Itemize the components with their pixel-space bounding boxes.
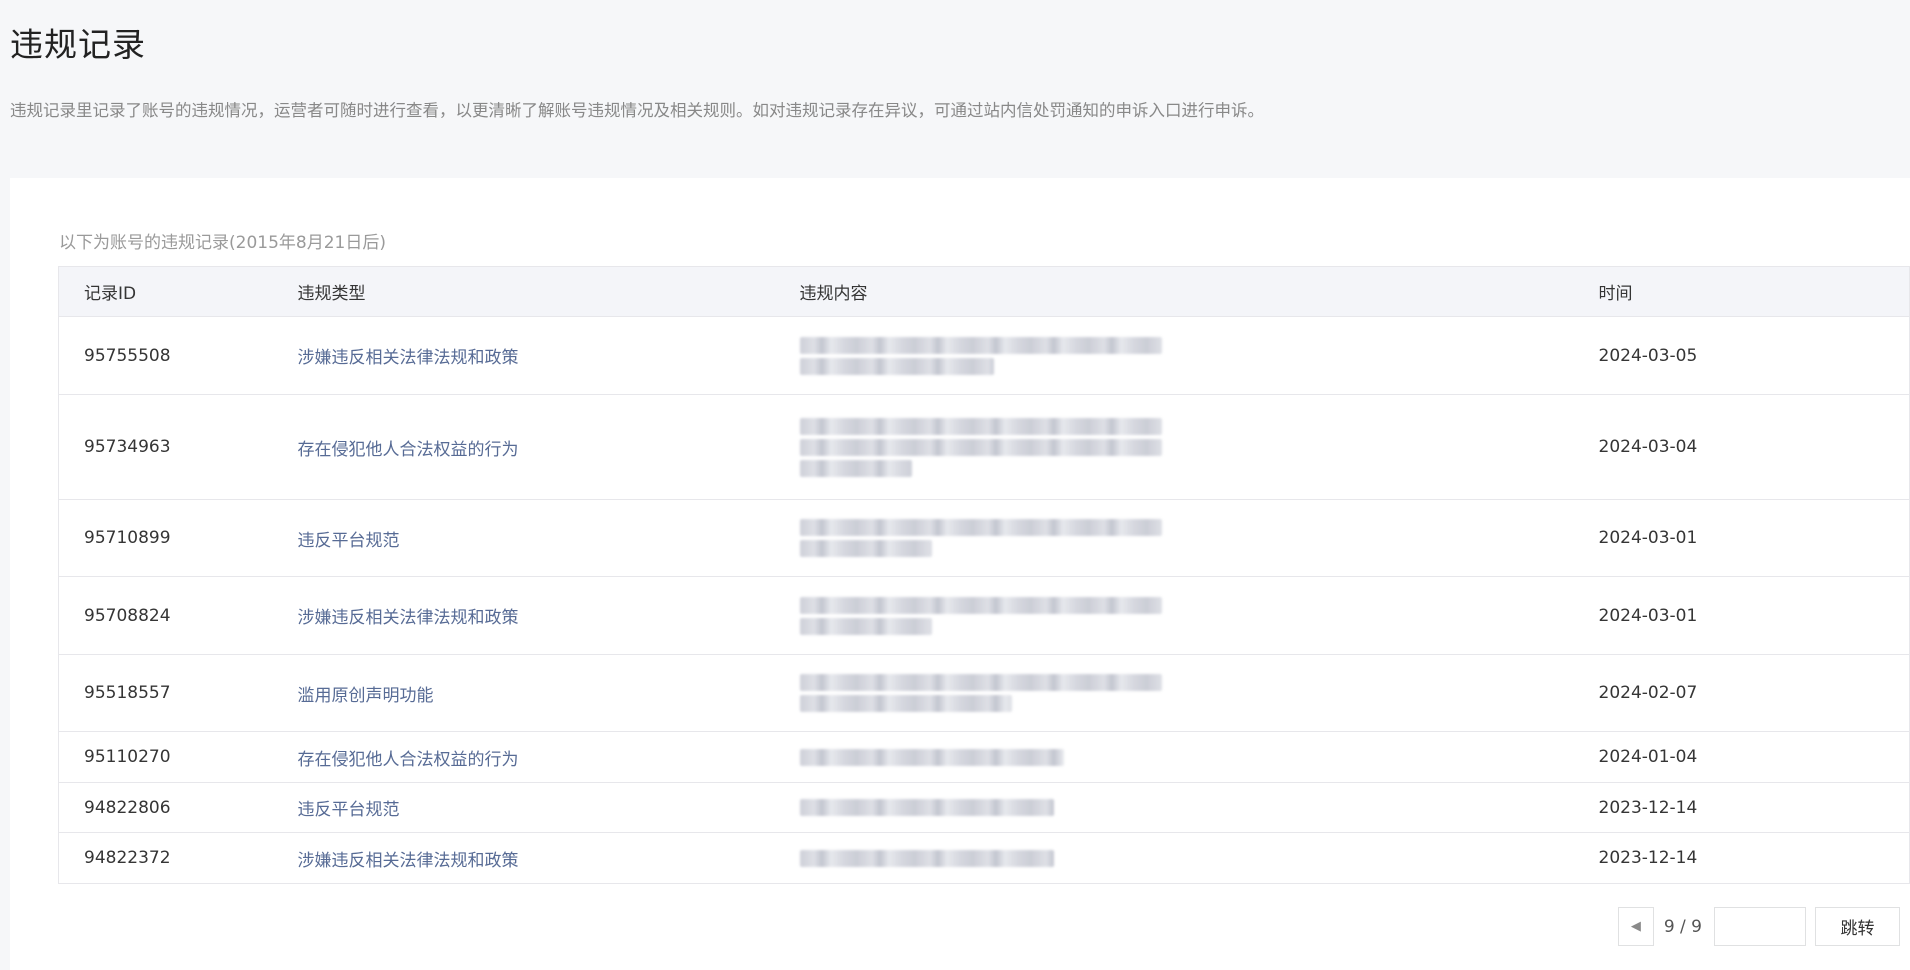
violation-type: 违反平台规范 [297, 499, 800, 577]
record-time: 2023-12-14 [1598, 832, 1910, 884]
column-header-id: 记录ID [58, 266, 298, 317]
table-row: 95708824 涉嫌违反相关法律法规和政策 2024-03-01 [58, 576, 1910, 655]
column-header-content: 违规内容 [799, 266, 1599, 317]
violation-type: 涉嫌违反相关法律法规和政策 [297, 576, 800, 655]
table-row: 95734963 存在侵犯他人合法权益的行为 2024-03-04 [58, 394, 1910, 500]
record-time: 2024-03-01 [1598, 576, 1910, 655]
records-subtitle: 以下为账号的违规记录(2015年8月21日后) [59, 233, 386, 253]
table-row: 94822806 违反平台规范 2023-12-14 [58, 782, 1910, 833]
record-id: 94822372 [58, 832, 298, 884]
jump-button[interactable]: 跳转 [1815, 907, 1900, 946]
records-card: 以下为账号的违规记录(2015年8月21日后) 记录ID 违规类型 违规内容 时… [10, 178, 1910, 970]
prev-page-button[interactable]: ◀ [1617, 907, 1654, 946]
record-time: 2023-12-14 [1598, 782, 1910, 833]
caret-left-icon: ◀ [1630, 919, 1641, 934]
record-id: 94822806 [58, 782, 298, 833]
violation-records-table: 记录ID 违规类型 违规内容 时间 95755508 涉嫌违反相关法律法规和政策… [58, 266, 1910, 884]
table-row: 94822372 涉嫌违反相关法律法规和政策 2023-12-14 [58, 832, 1910, 884]
page-title: 违规记录 [10, 25, 146, 64]
violation-type: 涉嫌违反相关法律法规和政策 [297, 316, 800, 395]
record-time: 2024-03-01 [1598, 499, 1910, 577]
violation-type: 违反平台规范 [297, 782, 800, 833]
table-row: 95518557 滥用原创声明功能 2024-02-07 [58, 654, 1910, 732]
violation-content-redacted [799, 654, 1599, 732]
record-id: 95518557 [58, 654, 298, 732]
violation-content-redacted [799, 832, 1599, 884]
page-jump-input[interactable] [1714, 907, 1806, 946]
record-id: 95755508 [58, 316, 298, 395]
violation-type: 涉嫌违反相关法律法规和政策 [297, 832, 800, 884]
violation-content-redacted [799, 394, 1599, 500]
violation-type: 滥用原创声明功能 [297, 654, 800, 732]
table-header-row: 记录ID 违规类型 违规内容 时间 [58, 266, 1910, 317]
record-time: 2024-03-04 [1598, 394, 1910, 500]
record-id: 95734963 [58, 394, 298, 500]
column-header-time: 时间 [1598, 266, 1910, 317]
violation-content-redacted [799, 576, 1599, 655]
violation-content-redacted [799, 731, 1599, 783]
record-time: 2024-03-05 [1598, 316, 1910, 395]
table-row: 95755508 涉嫌违反相关法律法规和政策 2024-03-05 [58, 316, 1910, 395]
violation-content-redacted [799, 782, 1599, 833]
column-header-type: 违规类型 [297, 266, 800, 317]
record-time: 2024-02-07 [1598, 654, 1910, 732]
violation-content-redacted [799, 499, 1599, 577]
pagination: ◀ 9 / 9 跳转 [1617, 907, 1900, 946]
record-time: 2024-01-04 [1598, 731, 1910, 783]
page-description: 违规记录里记录了账号的违规情况，运营者可随时进行查看，以更清晰了解账号违规情况及… [10, 101, 1264, 120]
table-row: 95110270 存在侵犯他人合法权益的行为 2024-01-04 [58, 731, 1910, 783]
violation-type: 存在侵犯他人合法权益的行为 [297, 731, 800, 783]
page-indicator: 9 / 9 [1663, 916, 1702, 937]
table-row: 95710899 违反平台规范 2024-03-01 [58, 499, 1910, 577]
violation-content-redacted [799, 316, 1599, 395]
violation-type: 存在侵犯他人合法权益的行为 [297, 394, 800, 500]
record-id: 95710899 [58, 499, 298, 577]
record-id: 95110270 [58, 731, 298, 783]
record-id: 95708824 [58, 576, 298, 655]
